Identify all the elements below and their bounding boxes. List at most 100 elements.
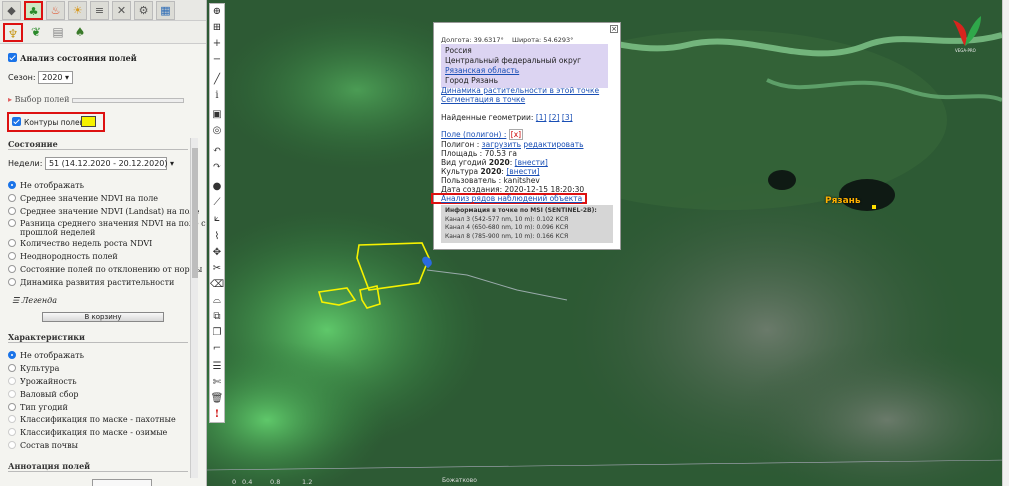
- map-toolbar: ⊕ ⊞ + − ╱ i ▣ ◎ ↶ ↷ ● ⟋ ⟀ ⌇ ✥ ✂ ⌫ ⌓ ⧉ ❐ …: [209, 3, 225, 423]
- print-icon[interactable]: ▣: [210, 108, 224, 122]
- land-type-row: Вид угодий 2020: [внести]: [441, 158, 548, 167]
- radio-option[interactable]: Не отображать: [8, 181, 84, 190]
- trash-icon[interactable]: 🗑: [210, 392, 224, 406]
- radio-option[interactable]: Классификация по маске - озимые: [8, 428, 167, 437]
- divider: [8, 149, 188, 150]
- radio-option[interactable]: Состояние полей по отклонению от нормы: [8, 265, 202, 274]
- enter-link[interactable]: [внести]: [506, 167, 539, 176]
- legend-link[interactable]: ☰ Легенда: [12, 296, 57, 305]
- radio-option[interactable]: Среднее значение NDVI (Landsat) на поле: [8, 207, 199, 216]
- annot-button[interactable]: [92, 479, 152, 486]
- radio-option[interactable]: Тип угодий: [8, 403, 68, 412]
- contours-toggle[interactable]: Контуры полей: [12, 117, 84, 127]
- user: Пользователь : kanitshev: [441, 176, 540, 185]
- divider: [8, 471, 188, 472]
- address-block: Россия Центральный федеральный округ Ряз…: [441, 44, 608, 88]
- delete-icon[interactable]: [x]: [508, 129, 524, 140]
- left-panel: ◆ ♣ ♨ ☀ ≡ ✕ ⚙ ▦ ♆ ❦ ▤ ♠ Анализ состояния…: [0, 0, 207, 486]
- layers-toggle-icon[interactable]: ⊞: [210, 21, 224, 35]
- map-view[interactable]: Рязань VEGA-PRO ⊕ ⊞ + − ╱ i ▣ ◎ ↶ ↷ ● ⟋ …: [207, 0, 1009, 486]
- fire-icon[interactable]: ♨: [46, 1, 65, 20]
- globe-icon[interactable]: ⊕: [210, 5, 224, 19]
- zoom-out-icon[interactable]: −: [210, 53, 224, 67]
- vegetation-dynamics-link[interactable]: Динамика растительности в этой точке: [441, 86, 599, 95]
- agro-icon[interactable]: ♣: [24, 1, 43, 20]
- undo-icon[interactable]: ↶: [210, 144, 224, 158]
- split-icon[interactable]: ✂: [210, 262, 224, 276]
- table-icon[interactable]: ▦: [156, 1, 175, 20]
- radio-option[interactable]: Урожайность: [8, 377, 77, 386]
- city-point-icon: [872, 205, 876, 209]
- alert-icon[interactable]: !: [210, 408, 224, 422]
- copy-icon[interactable]: ❐: [210, 326, 224, 340]
- radio-option[interactable]: Среднее значение NDVI на поле: [8, 194, 158, 203]
- contour-color-swatch[interactable]: [81, 116, 96, 127]
- soil-icon[interactable]: ▤: [48, 23, 68, 42]
- legend-icon: ☰: [12, 296, 20, 305]
- region-link[interactable]: Рязанская область: [445, 66, 604, 76]
- tree-icon[interactable]: ♠: [70, 23, 90, 42]
- eraser-icon[interactable]: ⌫: [210, 278, 224, 292]
- char-header: Характеристики: [8, 332, 85, 342]
- radio-option[interactable]: Неоднородность полей: [8, 252, 118, 261]
- checkbox-icon[interactable]: [8, 53, 17, 62]
- checkbox-icon[interactable]: [12, 117, 21, 126]
- close-icon[interactable]: ×: [610, 25, 618, 33]
- path-icon[interactable]: ⌐: [210, 342, 224, 356]
- sub-toolbar: ♆ ❦ ▤ ♠: [0, 21, 206, 44]
- radio-option[interactable]: Разница среднего значения NDVI на поле с: [8, 219, 206, 228]
- field-polygon: Поле (полигон) : [x]: [441, 129, 524, 140]
- stack-icon[interactable]: ≡: [90, 1, 109, 20]
- link-icon[interactable]: ◎: [210, 124, 224, 138]
- field-state-icon[interactable]: ♆: [3, 23, 23, 42]
- week-select[interactable]: 51 (14.12.2020 - 20.12.2020) ▾: [44, 157, 174, 170]
- vertex-icon[interactable]: ⌇: [210, 230, 224, 244]
- line-icon[interactable]: ⟋: [210, 196, 224, 210]
- polyline-icon[interactable]: ⟀: [210, 212, 224, 226]
- series-analysis-link[interactable]: Анализ рядов наблюдений объекта: [441, 194, 582, 203]
- enter-link[interactable]: [внести]: [515, 158, 548, 167]
- weather-icon[interactable]: ☀: [68, 1, 87, 20]
- analysis-toggle[interactable]: Анализ состояния полей: [8, 53, 137, 63]
- edit-link[interactable]: редактировать: [523, 140, 583, 149]
- scissor-icon[interactable]: ✄: [210, 376, 224, 390]
- vega-logo: VEGA-PRO: [947, 10, 987, 54]
- map-scrollbar[interactable]: [1002, 0, 1009, 486]
- redo-icon[interactable]: ↷: [210, 160, 224, 174]
- info-icon[interactable]: i: [210, 89, 224, 103]
- radio-option[interactable]: Валовый сбор: [8, 390, 79, 399]
- field-choice-bar: [72, 98, 184, 103]
- segmentation-link[interactable]: Сегментация в точке: [441, 95, 525, 104]
- field-choice[interactable]: ▸ Выбор полей: [8, 95, 69, 104]
- shape-icon[interactable]: ⌓: [210, 294, 224, 308]
- move-icon[interactable]: ✥: [210, 246, 224, 260]
- radio-option[interactable]: Динамика развития растительности: [8, 278, 174, 287]
- crop-icon[interactable]: ❦: [26, 23, 46, 42]
- ruler-icon[interactable]: ╱: [210, 73, 224, 87]
- radio-option[interactable]: Не отображать: [8, 351, 84, 360]
- place-label: Божатково: [442, 477, 477, 484]
- point-icon[interactable]: ●: [210, 180, 224, 194]
- panel-scrollbar[interactable]: [190, 138, 198, 478]
- polygon-row: Полигон : загрузить редактировать: [441, 140, 584, 149]
- radio-option[interactable]: Состав почвы: [8, 441, 78, 450]
- tools-icon[interactable]: ✕: [112, 1, 131, 20]
- leaf-logo-icon: [953, 16, 981, 46]
- state-header: Состояние: [8, 139, 58, 149]
- season-select[interactable]: 2020 ▾: [38, 71, 74, 84]
- radio-option[interactable]: Культура: [8, 364, 59, 373]
- latitude: Широта: 54.6293°: [512, 36, 574, 44]
- scale-bar: 0 0.4 0.8 1.2: [232, 478, 313, 486]
- gear-icon[interactable]: ⚙: [134, 1, 153, 20]
- basket-button[interactable]: В корзину: [42, 312, 164, 322]
- main-toolbar: ◆ ♣ ♨ ☀ ≡ ✕ ⚙ ▦: [0, 0, 206, 21]
- load-link[interactable]: загрузить: [482, 140, 521, 149]
- radio-option[interactable]: Классификация по маске - пахотные: [8, 415, 176, 424]
- layers-icon[interactable]: ◆: [2, 1, 21, 20]
- zoom-in-icon[interactable]: +: [210, 37, 224, 51]
- list-icon[interactable]: ☰: [210, 360, 224, 374]
- union-icon[interactable]: ⧉: [210, 310, 224, 324]
- radio-option-cont: прошлой неделей: [20, 228, 96, 237]
- radio-option[interactable]: Количество недель роста NDVI: [8, 239, 152, 248]
- scroll-thumb[interactable]: [192, 148, 198, 278]
